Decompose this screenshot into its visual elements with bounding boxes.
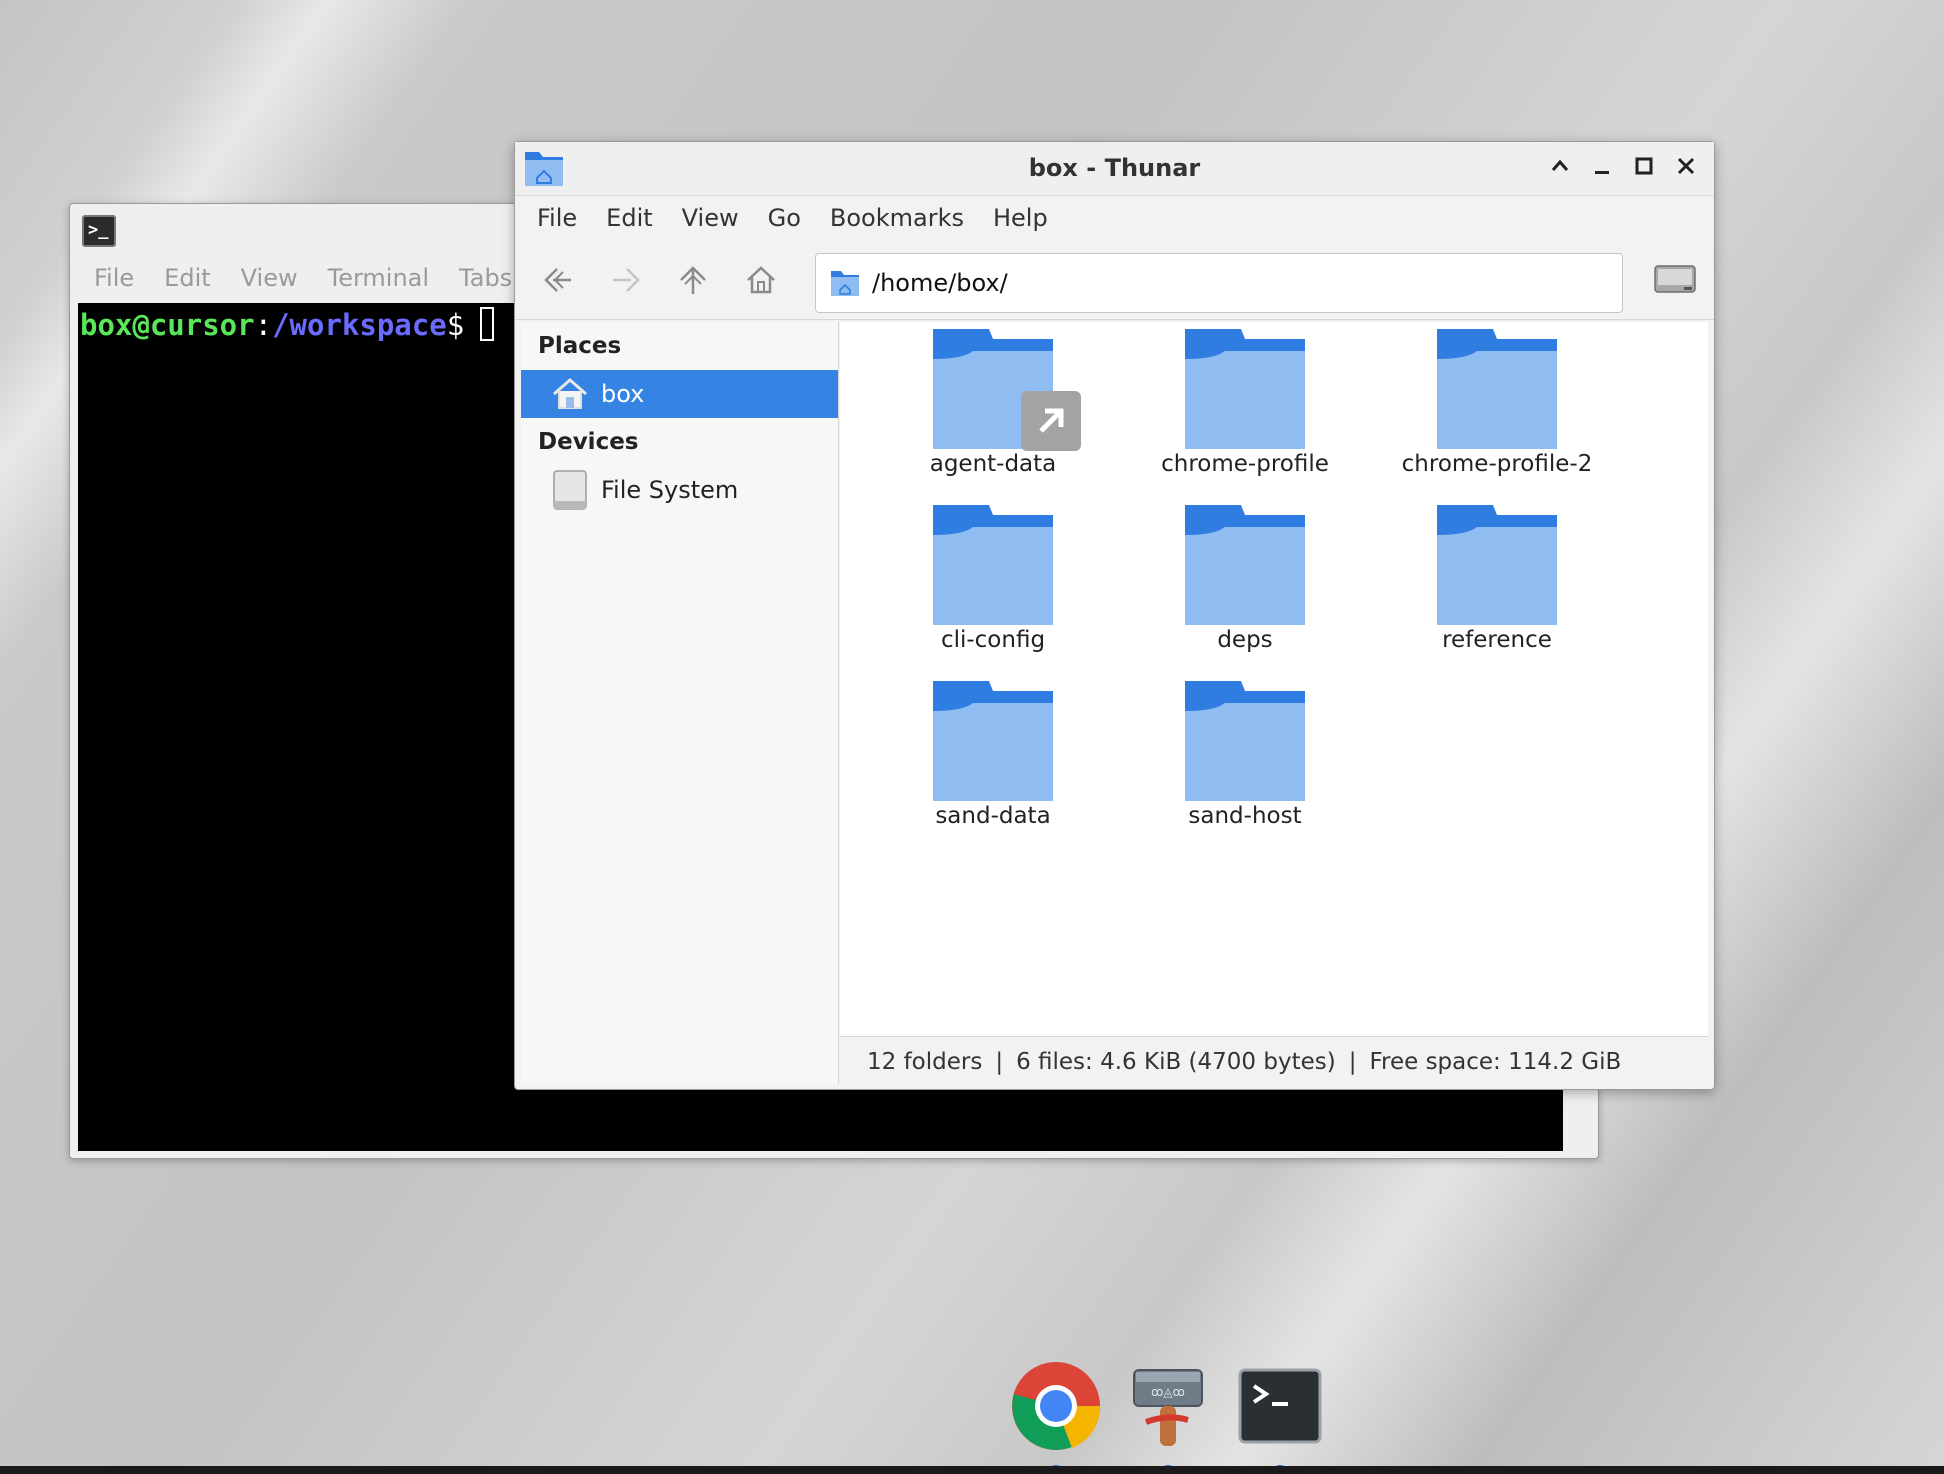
file-view[interactable]: agent-data chrome-profile chrome-profile… xyxy=(840,322,1708,1036)
terminal-menu-file[interactable]: File xyxy=(94,264,134,292)
folder-icon xyxy=(1185,681,1305,801)
home-icon xyxy=(747,266,775,294)
screen-bottom-edge xyxy=(0,1466,1944,1474)
menu-edit[interactable]: Edit xyxy=(606,204,652,232)
svg-text:ꝏ◬ꝏ: ꝏ◬ꝏ xyxy=(1151,1385,1185,1399)
folder-item-sand-data[interactable]: sand-data xyxy=(878,681,1108,829)
status-files: 6 files: 4.6 KiB (4700 bytes) xyxy=(1016,1048,1336,1075)
maximize-icon[interactable] xyxy=(1630,152,1658,184)
sidebar: Places box Devices File System xyxy=(521,322,839,1084)
sidebar-item-file-system[interactable]: File System xyxy=(521,466,838,514)
location-path: /home/box/ xyxy=(872,269,1008,297)
file-name: sand-host xyxy=(1188,803,1302,829)
up-button[interactable] xyxy=(671,258,715,302)
thunar-toolbar: /home/box/ xyxy=(515,240,1714,320)
terminal-icon: >_ xyxy=(82,215,116,247)
prompt-colon: : xyxy=(254,308,273,342)
location-bar[interactable]: /home/box/ xyxy=(815,253,1623,313)
folder-icon xyxy=(933,681,1053,801)
folder-icon xyxy=(1437,505,1557,625)
toggle-location-button[interactable] xyxy=(1654,264,1696,298)
places-heading: Places xyxy=(538,333,622,359)
thunar-window[interactable]: box - Thunar File Edit View Go Bookmarks… xyxy=(514,141,1715,1090)
terminal-cursor xyxy=(480,307,495,341)
menu-help[interactable]: Help xyxy=(993,204,1048,232)
sidebar-item-label: box xyxy=(601,380,645,408)
sidebar-item-box[interactable]: box xyxy=(521,370,838,418)
forward-button[interactable] xyxy=(604,258,648,302)
back-button[interactable] xyxy=(536,258,580,302)
chevron-up-icon[interactable] xyxy=(1546,152,1574,184)
menu-view[interactable]: View xyxy=(682,204,739,232)
folder-icon xyxy=(1437,329,1557,449)
window-controls xyxy=(1546,152,1700,184)
dock-chrome[interactable] xyxy=(1010,1360,1102,1470)
menu-go[interactable]: Go xyxy=(768,204,801,232)
file-name: chrome-profile xyxy=(1161,451,1329,477)
thunar-titlebar[interactable]: box - Thunar xyxy=(515,142,1714,196)
folder-item-agent-data[interactable]: agent-data xyxy=(878,329,1108,477)
folder-item-chrome-profile[interactable]: chrome-profile xyxy=(1130,329,1360,477)
drive-icon xyxy=(553,470,587,510)
menu-bookmarks[interactable]: Bookmarks xyxy=(830,204,964,232)
status-separator: | xyxy=(1348,1048,1357,1075)
terminal-icon xyxy=(1238,1368,1322,1444)
home-icon xyxy=(553,378,587,409)
prompt-user: box@cursor xyxy=(80,308,255,342)
thunar-menubar: File Edit View Go Bookmarks Help xyxy=(515,196,1714,240)
dock-file-manager[interactable]: ꝏ◬ꝏ xyxy=(1122,1360,1214,1470)
folder-icon xyxy=(1185,505,1305,625)
minimize-icon[interactable] xyxy=(1588,152,1616,184)
forward-icon xyxy=(613,268,640,292)
chrome-icon xyxy=(1012,1362,1101,1450)
menu-file[interactable]: File xyxy=(537,204,577,232)
back-icon xyxy=(544,268,571,292)
file-manager-icon: ꝏ◬ꝏ xyxy=(1133,1369,1203,1446)
terminal-menu-edit[interactable]: Edit xyxy=(164,264,210,292)
status-folders: 12 folders xyxy=(867,1048,983,1075)
folder-item-reference[interactable]: reference xyxy=(1382,505,1612,653)
folder-icon xyxy=(1185,329,1305,449)
file-name: agent-data xyxy=(929,451,1057,477)
window-title: box - Thunar xyxy=(1028,154,1201,182)
file-name: deps xyxy=(1217,627,1273,653)
sidebar-item-label: File System xyxy=(601,476,739,504)
devices-heading: Devices xyxy=(538,429,639,455)
close-icon[interactable] xyxy=(1672,152,1700,184)
status-separator: | xyxy=(995,1048,1004,1075)
file-name: chrome-profile-2 xyxy=(1401,451,1593,477)
home-folder-icon xyxy=(831,271,859,296)
terminal-menu-tabs[interactable]: Tabs xyxy=(459,264,512,292)
up-icon xyxy=(680,266,706,294)
folder-item-deps[interactable]: deps xyxy=(1130,505,1360,653)
home-button[interactable] xyxy=(739,258,783,302)
folder-item-chrome-profile-2[interactable]: chrome-profile-2 xyxy=(1382,329,1612,477)
prompt-dollar: $ xyxy=(446,308,465,342)
status-bar: 12 folders | 6 files: 4.6 KiB (4700 byte… xyxy=(840,1036,1708,1086)
file-name: cli-config xyxy=(940,627,1046,653)
terminal-menu-terminal[interactable]: Terminal xyxy=(328,264,429,292)
symlink-arrow-icon xyxy=(1021,391,1081,451)
folder-item-sand-host[interactable]: sand-host xyxy=(1130,681,1360,829)
file-name: reference xyxy=(1442,627,1552,653)
prompt-path: /workspace xyxy=(272,308,447,342)
folder-icon xyxy=(933,505,1053,625)
terminal-menu-view[interactable]: View xyxy=(241,264,298,292)
folder-item-cli-config[interactable]: cli-config xyxy=(878,505,1108,653)
file-name: sand-data xyxy=(935,803,1051,829)
status-free-space: Free space: 114.2 GiB xyxy=(1369,1048,1622,1075)
dock-terminal[interactable] xyxy=(1234,1360,1326,1470)
drive-icon xyxy=(1654,265,1696,293)
